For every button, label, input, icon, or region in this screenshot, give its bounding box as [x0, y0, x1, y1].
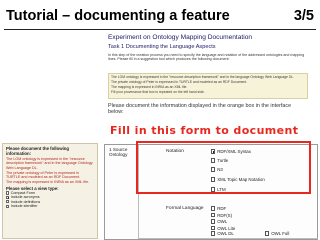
source-ontology-label: 1 Source Ontology: [109, 147, 128, 158]
option-label: RDF: [217, 206, 227, 211]
view-option-label: Include identifier: [10, 204, 38, 208]
language-option-rdfs[interactable]: RDF(S): [211, 213, 232, 218]
task-heading: Task 1 Documenting the Language Aspects: [108, 44, 216, 50]
notice-line: The mapping is expressed in INRIA as an …: [111, 85, 188, 90]
highlight-frame: [136, 141, 311, 194]
option-label: RDF(S): [217, 212, 233, 218]
intro-paragraph: In this step of the creation process you…: [108, 53, 305, 62]
info-heading: Please document the following informatio…: [6, 146, 70, 156]
language-option-rdf[interactable]: RDF: [211, 206, 226, 211]
slide-title: Tutorial – documenting a feature: [6, 8, 230, 24]
checkbox[interactable]: [211, 219, 216, 224]
checkbox[interactable]: [211, 231, 216, 236]
notice-line: The private ontology of Peter is express…: [111, 80, 248, 85]
checkbox[interactable]: [6, 195, 10, 200]
checkbox[interactable]: [211, 225, 216, 231]
checkbox[interactable]: [211, 212, 216, 218]
notice-line: The LOM ontology is expressed in the "re…: [111, 75, 295, 79]
formal-language-label: Formal Language: [166, 206, 204, 211]
option-label: OWL Full: [271, 231, 290, 236]
info-line: The mapping is expressed in INRIA as an …: [6, 180, 90, 185]
fill-form-banner: Fill in this form to document: [110, 124, 299, 137]
language-option-owl-full[interactable]: OWL Full: [265, 231, 289, 236]
language-option-owl[interactable]: OWL: [211, 219, 227, 224]
slide-page-number: 3/5: [293, 8, 314, 24]
checkbox[interactable]: [211, 206, 216, 211]
info-line: The LOM ontology is expressed in the "re…: [6, 157, 93, 170]
option-label: OWL Lite: [217, 225, 236, 231]
checkbox[interactable]: [6, 204, 10, 208]
info-line: The private ontology of Peter is express…: [6, 170, 81, 180]
option-label: OWL DL: [217, 231, 234, 236]
instruction-notice: The LOM ontology is expressed in the "re…: [108, 73, 308, 99]
document-heading: Experiment on Ontology Mapping Documenta…: [108, 34, 253, 41]
info-panel: Please document the following informatio…: [2, 143, 98, 239]
title-divider: [4, 29, 316, 30]
question-text: Please document the information displaye…: [108, 103, 292, 116]
form-divider: [138, 238, 318, 239]
checkbox[interactable]: [265, 231, 270, 236]
slide-title-bar: Tutorial – documenting a feature 3/5: [6, 4, 314, 28]
view-option-include-identifier[interactable]: Include identifier: [6, 204, 94, 208]
checkbox[interactable]: [6, 200, 10, 204]
checkbox[interactable]: [6, 191, 10, 195]
option-label: OWL: [217, 219, 228, 224]
notice-line: Fill your provenance that box is repeate…: [111, 90, 205, 95]
language-option-owl-dl[interactable]: OWL DL: [211, 231, 234, 236]
language-option-owl-lite[interactable]: OWL Lite: [211, 226, 235, 231]
